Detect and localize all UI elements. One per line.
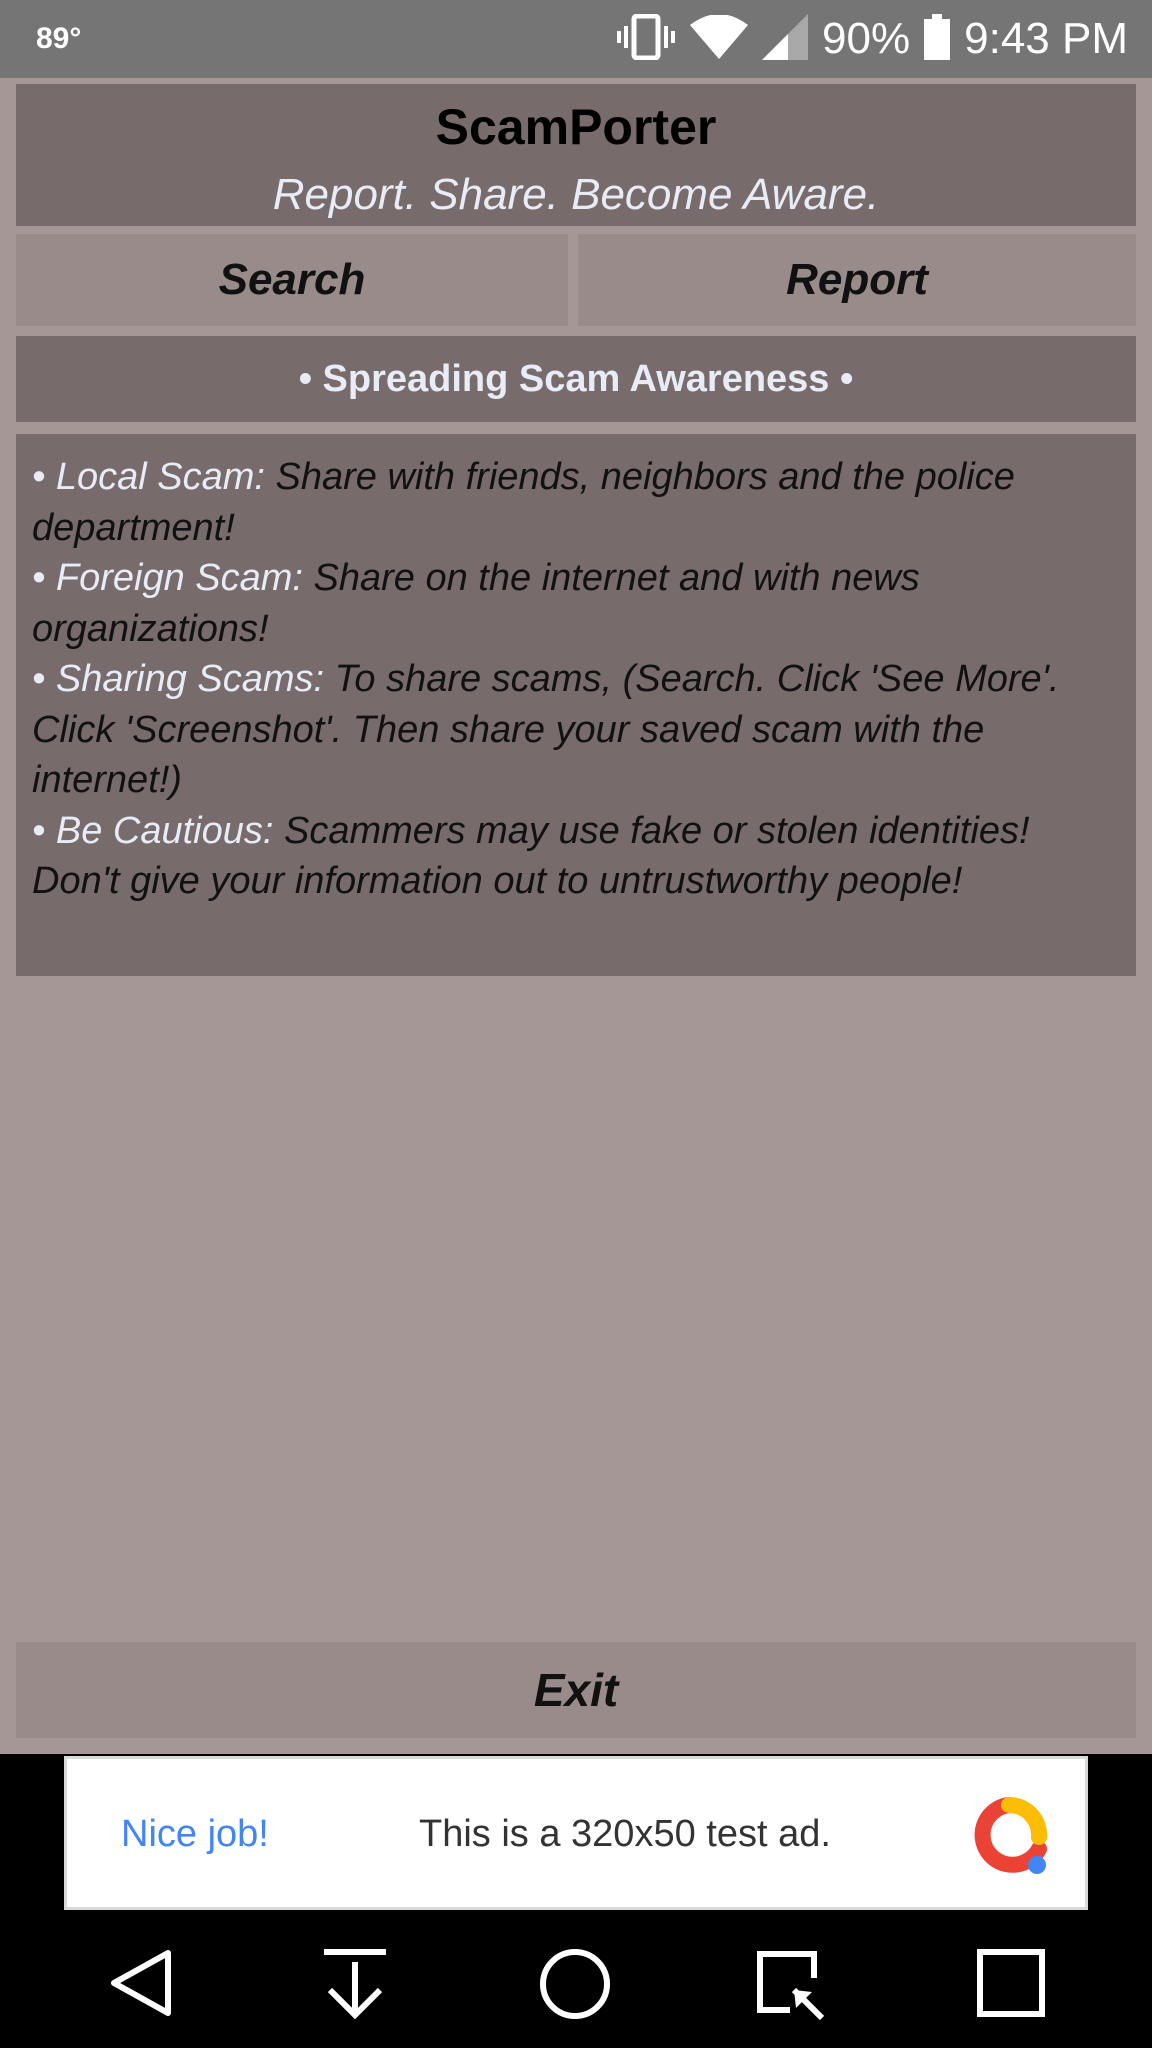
- awareness-tips: • Local Scam: Share with friends, neighb…: [16, 434, 1136, 976]
- tip-label: • Sharing Scams:: [32, 658, 325, 700]
- report-button[interactable]: Report: [578, 234, 1136, 326]
- battery-percent: 90%: [822, 14, 911, 63]
- tip-foreign-scam: • Foreign Scam: Share on the internet an…: [32, 553, 1120, 654]
- status-bar: 89° 90% 9:43 PM: [0, 0, 1152, 78]
- battery-icon: [924, 13, 951, 65]
- recents-icon[interactable]: [976, 1948, 1046, 2023]
- app-tagline: Report. Share. Become Aware.: [272, 170, 880, 219]
- temperature-indicator: 89°: [36, 22, 82, 55]
- search-button[interactable]: Search: [16, 234, 568, 326]
- clock: 9:43 PM: [964, 14, 1128, 63]
- home-icon[interactable]: [538, 1948, 612, 2025]
- tip-label: • Foreign Scam:: [32, 557, 303, 599]
- ad-logo-icon: [969, 1796, 1049, 1882]
- exit-button[interactable]: Exit: [16, 1642, 1136, 1738]
- tip-label: • Be Cautious:: [32, 809, 274, 852]
- tip-sharing-scams: • Sharing Scams: To share scams, (Search…: [32, 654, 1120, 806]
- ad-strip: Nice job! This is a 320x50 test ad.: [0, 1754, 1152, 1914]
- awareness-banner: • Spreading Scam Awareness •: [16, 336, 1136, 422]
- test-ad-banner[interactable]: Nice job! This is a 320x50 test ad.: [64, 1756, 1088, 1910]
- ad-nice-job-label: Nice job!: [121, 1813, 269, 1855]
- status-icons: 90% 9:43 PM: [616, 8, 1128, 70]
- tip-label: • Local Scam:: [32, 456, 265, 498]
- system-nav-bar: [0, 1914, 1152, 2048]
- wifi-icon: [690, 13, 749, 64]
- back-icon[interactable]: [108, 1948, 174, 2023]
- download-arrow-icon[interactable]: [320, 1948, 390, 2025]
- app-content: ScamPorter Report. Share. Become Aware. …: [0, 78, 1152, 1754]
- tip-local-scam: • Local Scam: Share with friends, neighb…: [32, 452, 1120, 553]
- vibrate-icon: [616, 13, 676, 65]
- screenshot-icon[interactable]: [754, 1948, 830, 2027]
- tip-be-cautious: • Be Cautious: Scammers may use fake or …: [32, 806, 1120, 907]
- ad-text: This is a 320x50 test ad.: [419, 1813, 831, 1855]
- signal-icon: [762, 13, 809, 65]
- app-title: ScamPorter: [435, 99, 717, 155]
- app-header: ScamPorter Report. Share. Become Aware.: [16, 84, 1136, 226]
